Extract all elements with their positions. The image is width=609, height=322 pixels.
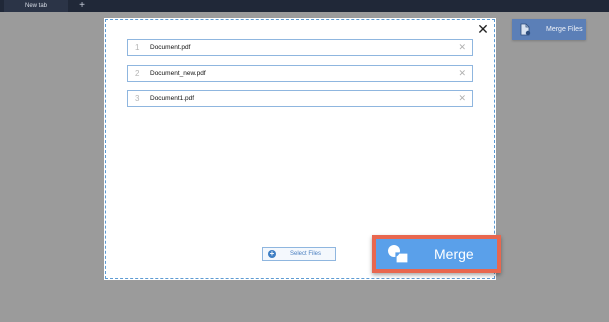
select-files-label: Select Files [290, 251, 322, 257]
file-row[interactable]: 2 Document_new.pdf ✕ [127, 65, 473, 82]
merge-files-label: Merge Files [546, 26, 583, 33]
file-name: Document1.pdf [150, 95, 195, 102]
file-index: 1 [135, 43, 140, 52]
remove-file-icon[interactable]: ✕ [458, 91, 466, 106]
select-files-button[interactable]: + Select Files [262, 247, 336, 261]
tab-title: New tab [24, 3, 47, 9]
add-circle-icon: + [268, 249, 276, 258]
browser-tab-bar: New tab + [0, 0, 609, 12]
remove-file-icon[interactable]: ✕ [458, 40, 466, 55]
merge-label: Merge [434, 246, 474, 262]
merge-button-highlight: Merge [372, 235, 501, 273]
merge-button[interactable]: Merge [376, 239, 497, 269]
close-icon[interactable]: ✕ [476, 22, 490, 36]
tab-new-tab[interactable]: New tab [4, 0, 68, 12]
file-name: Document.pdf [150, 44, 191, 51]
file-index: 3 [135, 94, 140, 103]
file-index: 2 [135, 69, 140, 78]
file-row[interactable]: 3 Document1.pdf ✕ [127, 90, 473, 107]
document-merge-icon [519, 23, 531, 45]
merge-shapes-icon [387, 244, 409, 269]
file-row[interactable]: 1 Document.pdf ✕ [127, 39, 473, 56]
new-tab-button[interactable]: + [76, 0, 88, 12]
merge-files-button[interactable]: Merge Files [512, 19, 586, 40]
remove-file-icon[interactable]: ✕ [458, 66, 466, 81]
file-name: Document_new.pdf [150, 70, 206, 77]
